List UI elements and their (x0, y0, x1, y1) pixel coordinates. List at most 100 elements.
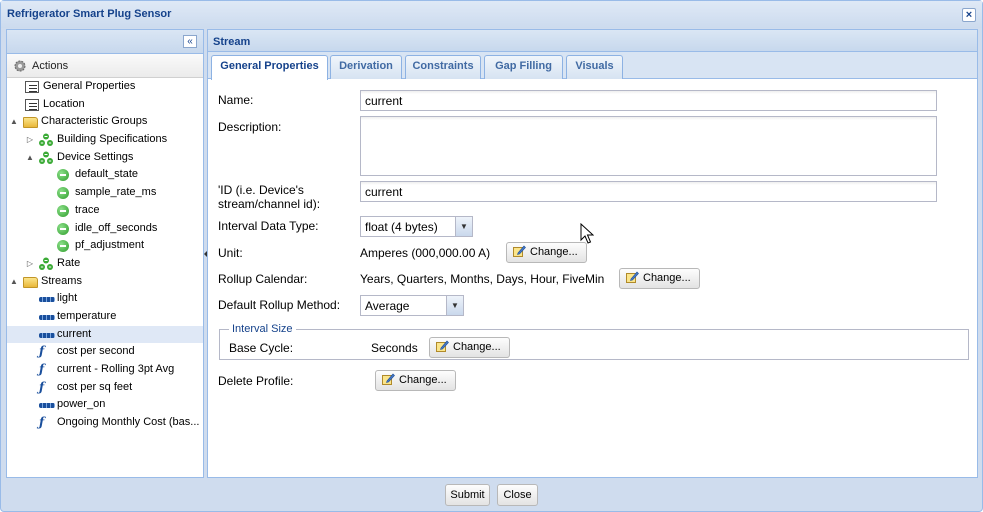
tree-item[interactable]: ƒ cost per second (7, 343, 203, 361)
tree-item-label: cost per second (57, 345, 135, 358)
tree-item-label: Streams (41, 274, 82, 287)
group-icon (39, 151, 53, 165)
base-cycle-value: Seconds (371, 341, 418, 355)
tree-item[interactable]: ƒ Ongoing Monthly Cost (bas... (7, 414, 203, 432)
tab-general-properties[interactable]: General Properties (211, 55, 328, 80)
tree-item-label: Location (43, 97, 85, 110)
delete-profile-change-label: Change... (399, 374, 447, 386)
edit-icon (382, 373, 395, 385)
interval-data-type-value: float (4 bytes) (365, 220, 438, 234)
tree-item[interactable]: ▲ Device Settings (7, 149, 203, 167)
setting-icon (57, 240, 69, 253)
stream-panel-header: Stream (208, 30, 977, 52)
function-icon: ƒ (39, 344, 45, 359)
folder-icon (23, 117, 38, 129)
tree-item[interactable]: light (7, 290, 203, 308)
group-icon (39, 133, 53, 147)
interval-size-legend: Interval Size (229, 323, 296, 335)
actions-menu[interactable]: Actions (7, 54, 203, 78)
default-rollup-method-select[interactable]: Average ▼ (360, 295, 464, 316)
tree-item[interactable]: ▲ Characteristic Groups (7, 113, 203, 131)
delete-profile-change-button[interactable]: Change... (375, 370, 456, 391)
expanded-arrow-icon[interactable]: ▲ (25, 149, 35, 167)
tree-item[interactable]: power_on (7, 396, 203, 414)
mouse-cursor-icon (580, 223, 594, 244)
stream-icon (39, 314, 55, 320)
unit-change-button[interactable]: Change... (506, 242, 587, 263)
tree-item[interactable]: ▷ Building Specifications (7, 131, 203, 149)
id-input[interactable]: current (360, 181, 937, 202)
tree-item[interactable]: trace (7, 202, 203, 220)
tree-item[interactable]: Location (7, 96, 203, 114)
tree-item-label: trace (75, 203, 100, 216)
stream-icon (39, 297, 55, 303)
properties-icon (25, 81, 39, 93)
base-cycle-change-label: Change... (453, 341, 501, 353)
collapse-panel-icon[interactable]: « (183, 35, 197, 48)
tree-item[interactable]: ƒ current - Rolling 3pt Avg (7, 361, 203, 379)
close-icon[interactable]: × (962, 8, 976, 22)
navigation-panel-header: « (7, 30, 203, 54)
group-icon (39, 257, 53, 271)
expanded-arrow-icon[interactable]: ▲ (9, 273, 19, 291)
edit-icon (513, 245, 526, 257)
tree-item[interactable]: temperature (7, 308, 203, 326)
tab-visuals[interactable]: Visuals (566, 55, 623, 79)
tree-item[interactable]: ▲ Streams (7, 273, 203, 291)
chevron-down-icon[interactable]: ▼ (446, 296, 463, 315)
tree-item[interactable]: default_state (7, 166, 203, 184)
tree-item-label: temperature (57, 309, 117, 322)
tree-item-label: Device Settings (57, 150, 134, 163)
stream-icon (39, 403, 55, 409)
tree-item-label: Building Specifications (57, 133, 168, 146)
tree-item-label: power_on (57, 398, 106, 411)
tree-item[interactable]: current (7, 325, 203, 344)
rollup-calendar-label: Rollup Calendar: (218, 272, 308, 286)
tree-item[interactable]: idle_off_seconds (7, 220, 203, 238)
interval-data-type-select[interactable]: float (4 bytes) ▼ (360, 216, 473, 237)
collapsed-arrow-icon[interactable]: ▷ (25, 131, 35, 149)
tree-item[interactable]: sample_rate_ms (7, 184, 203, 202)
tree-item-label: General Properties (43, 80, 136, 92)
tree-item[interactable]: pf_adjustment (7, 237, 203, 255)
base-cycle-label: Base Cycle: (229, 341, 294, 355)
folder-icon (23, 276, 38, 288)
function-icon: ƒ (39, 415, 45, 430)
tree-item-label: sample_rate_ms (75, 186, 157, 199)
tree-item-label: light (57, 292, 78, 305)
id-label-line-2: stream/channel id): (218, 197, 321, 211)
general-properties-form: Name: current Description: 'ID (i.e. Dev… (208, 80, 977, 477)
tree-item-label: Characteristic Groups (41, 115, 148, 128)
chevron-down-icon[interactable]: ▼ (455, 217, 472, 236)
name-label: Name: (218, 93, 254, 107)
function-icon: ƒ (39, 362, 45, 376)
setting-icon (57, 169, 69, 182)
properties-icon (25, 98, 39, 111)
tree-item[interactable]: General Properties (7, 78, 203, 96)
base-cycle-change-button[interactable]: Change... (429, 337, 510, 358)
rollup-calendar-change-button[interactable]: Change... (619, 268, 700, 289)
title-bar[interactable]: Refrigerator Smart Plug Sensor × (1, 1, 982, 28)
name-input[interactable]: current (360, 90, 937, 111)
default-rollup-method-label: Default Rollup Method: (218, 298, 341, 312)
tab-constraints[interactable]: Constraints (405, 55, 481, 79)
collapsed-arrow-icon[interactable]: ▷ (25, 255, 35, 273)
submit-button[interactable]: Submit (445, 484, 490, 506)
description-label: Description: (218, 120, 282, 134)
interval-size-fieldset: Interval Size Base Cycle: Seconds Change… (219, 323, 969, 360)
setting-icon (57, 187, 69, 200)
tree-item-label: cost per sq feet (57, 380, 133, 393)
tree-item-label: idle_off_seconds (75, 221, 158, 234)
tree-item[interactable]: ▷ Rate (7, 255, 203, 273)
expanded-arrow-icon[interactable]: ▲ (9, 113, 19, 131)
tree-item-label: default_state (75, 168, 138, 181)
rollup-calendar-value: Years, Quarters, Months, Days, Hour, Fiv… (360, 272, 605, 286)
close-button[interactable]: Close (497, 484, 538, 506)
stream-panel: Stream General Properties Derivation Con… (207, 29, 978, 478)
tree-item[interactable]: ƒ cost per sq feet (7, 379, 203, 397)
tab-gap-filling[interactable]: Gap Filling (484, 55, 563, 79)
tab-derivation[interactable]: Derivation (330, 55, 402, 79)
default-rollup-method-value: Average (365, 299, 410, 313)
rollup-calendar-change-label: Change... (643, 272, 691, 284)
description-textarea[interactable] (360, 116, 937, 176)
